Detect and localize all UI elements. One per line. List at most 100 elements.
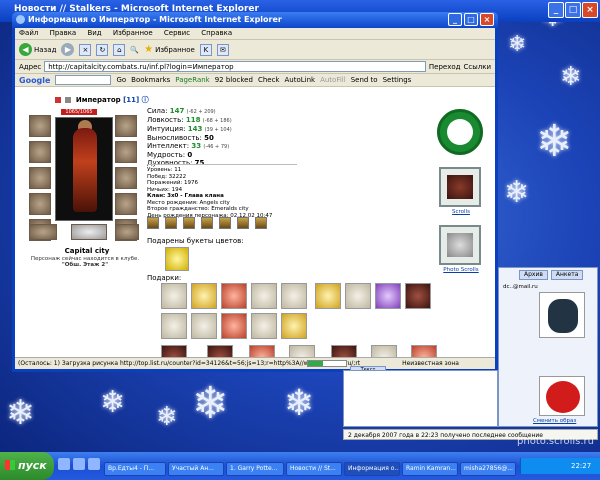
minimize-button[interactable]: _ bbox=[448, 13, 462, 26]
menu-favorites[interactable]: Избранное bbox=[113, 29, 153, 37]
close-button[interactable]: × bbox=[480, 13, 494, 26]
address-input[interactable]: http://capitalcity.combats.ru/inf.pl?log… bbox=[44, 61, 426, 72]
info-icon[interactable]: ⓘ bbox=[142, 96, 149, 104]
stop-icon[interactable]: × bbox=[79, 43, 92, 56]
check-button[interactable]: Check bbox=[258, 76, 280, 84]
taskbar-item[interactable]: Ramin Kamran... bbox=[402, 462, 458, 476]
gift-item[interactable] bbox=[405, 283, 431, 309]
boots-slot-2[interactable] bbox=[115, 224, 139, 240]
taskbar-item[interactable]: misha27856@... bbox=[460, 462, 516, 476]
gift-item[interactable] bbox=[191, 313, 217, 339]
badge-icon[interactable] bbox=[219, 217, 231, 229]
earring-slot[interactable] bbox=[115, 115, 137, 137]
gift-item[interactable] bbox=[221, 283, 247, 309]
media-icon[interactable]: K bbox=[199, 43, 212, 56]
autofill-button[interactable]: AutoFill bbox=[320, 76, 346, 84]
autolink-button[interactable]: AutoLink bbox=[284, 76, 315, 84]
search-button[interactable]: 🔍 bbox=[130, 46, 139, 54]
badge-icon[interactable] bbox=[201, 217, 213, 229]
menu-file[interactable]: Файл bbox=[19, 29, 38, 37]
gift-item[interactable] bbox=[161, 283, 187, 309]
menu-help[interactable]: Справка bbox=[201, 29, 232, 37]
popup-blocked-counter[interactable]: 92 blocked bbox=[215, 76, 253, 84]
taskbar-item[interactable]: Новости // St... bbox=[286, 462, 342, 476]
badge-icon[interactable] bbox=[237, 217, 249, 229]
mail-icon[interactable]: ✉ bbox=[216, 43, 229, 56]
badge-icon[interactable] bbox=[183, 217, 195, 229]
ring-slot[interactable] bbox=[29, 224, 57, 240]
settings-button[interactable]: Settings bbox=[383, 76, 412, 84]
gift-item[interactable] bbox=[251, 283, 277, 309]
gift-item[interactable] bbox=[161, 313, 187, 339]
shield-slot[interactable] bbox=[115, 167, 137, 189]
refresh-icon[interactable]: ↻ bbox=[96, 43, 109, 56]
send-to-button[interactable]: Send to bbox=[351, 76, 378, 84]
quick-launch-icon[interactable] bbox=[58, 458, 70, 470]
links-button[interactable]: Ссылки bbox=[463, 63, 491, 71]
taskbar-item[interactable]: Участый Ан... bbox=[168, 462, 224, 476]
snowflake-decor: ❄ bbox=[284, 383, 315, 424]
google-search-input[interactable] bbox=[55, 75, 112, 85]
taskbar-item[interactable]: Вр.Едты4 - П... bbox=[104, 462, 166, 476]
minimize-button[interactable]: _ bbox=[548, 2, 564, 18]
tab-profile[interactable]: Анкета bbox=[550, 270, 584, 280]
necklace-slot[interactable] bbox=[29, 141, 51, 163]
quick-launch-icon[interactable] bbox=[73, 458, 85, 470]
gift-item[interactable] bbox=[251, 313, 277, 339]
gift-item[interactable] bbox=[221, 313, 247, 339]
taskbar-item-active[interactable]: Информация о... bbox=[344, 462, 400, 476]
change-avatar-link[interactable]: Сменить образ bbox=[533, 418, 576, 424]
photo-scrolls-banner[interactable] bbox=[439, 225, 481, 265]
tab-archive[interactable]: Архив bbox=[519, 270, 548, 280]
avatar-image bbox=[546, 381, 580, 413]
clock[interactable]: 22:27 bbox=[571, 462, 591, 470]
snowflake-decor: ❄ bbox=[560, 62, 582, 92]
ie-titlebar[interactable]: Информация о Император - Microsoft Inter… bbox=[12, 12, 498, 28]
gift-item[interactable] bbox=[281, 283, 307, 309]
gift-item[interactable] bbox=[191, 283, 217, 309]
menu-view[interactable]: Вид bbox=[87, 29, 101, 37]
go-button[interactable]: Переход bbox=[429, 63, 461, 71]
helmet-slot[interactable] bbox=[29, 115, 51, 137]
contact-avatar[interactable] bbox=[539, 292, 585, 338]
close-button[interactable]: × bbox=[582, 2, 598, 18]
divider bbox=[147, 164, 297, 165]
bouquet-item[interactable] bbox=[165, 247, 189, 271]
gift-item[interactable] bbox=[315, 283, 341, 309]
character-name-line: Император [11] ⓘ bbox=[55, 95, 149, 105]
menu-tools[interactable]: Сервис bbox=[164, 29, 190, 37]
gift-item[interactable] bbox=[281, 313, 307, 339]
scrolls-link[interactable]: Scrolls bbox=[435, 209, 487, 215]
gift-item[interactable] bbox=[345, 283, 371, 309]
quick-launch-icon[interactable] bbox=[88, 458, 100, 470]
gift-item[interactable] bbox=[375, 283, 401, 309]
bookmarks-button[interactable]: Bookmarks bbox=[131, 76, 170, 84]
forward-button[interactable]: ▶ bbox=[61, 43, 75, 56]
stat-row: Сила: 147 (-62 + 209) bbox=[147, 107, 216, 115]
gifts-title: Подарки: bbox=[147, 274, 182, 282]
scrolls-banner[interactable] bbox=[439, 167, 481, 207]
armor-slot[interactable] bbox=[29, 193, 51, 215]
menu-edit[interactable]: Правка bbox=[50, 29, 77, 37]
weapon-slot[interactable] bbox=[29, 167, 51, 189]
emblem-slot[interactable] bbox=[71, 224, 107, 240]
site-logo[interactable] bbox=[437, 109, 483, 155]
page-content: Император [11] ⓘ 1065/1065 Capital city … bbox=[15, 87, 495, 360]
snowflake-decor: ❄ bbox=[156, 402, 178, 432]
chat-input[interactable] bbox=[343, 370, 498, 427]
my-avatar[interactable] bbox=[539, 376, 585, 416]
taskbar-item[interactable]: 1. Garry Potte... bbox=[226, 462, 284, 476]
google-go-button[interactable]: Go bbox=[116, 76, 126, 84]
pants-slot[interactable] bbox=[115, 193, 137, 215]
maximize-button[interactable]: □ bbox=[565, 2, 581, 18]
gloves-slot[interactable] bbox=[115, 141, 137, 163]
home-icon[interactable]: ⌂ bbox=[113, 43, 126, 56]
maximize-button[interactable]: □ bbox=[464, 13, 478, 26]
favorites-button[interactable]: ★ Избранное bbox=[144, 44, 195, 55]
badge-icon[interactable] bbox=[255, 217, 267, 229]
back-button[interactable]: ◀ Назад bbox=[19, 43, 56, 56]
badge-icon[interactable] bbox=[165, 217, 177, 229]
start-button[interactable]: пуск bbox=[0, 452, 54, 480]
badge-icon[interactable] bbox=[147, 217, 159, 229]
photo-scrolls-link[interactable]: Photo Scrolls bbox=[435, 267, 487, 273]
